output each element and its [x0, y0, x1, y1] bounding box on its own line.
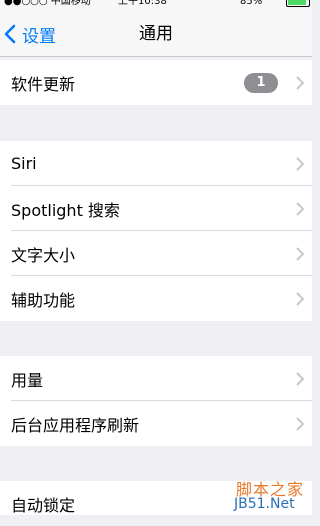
page-title: 通用 — [139, 24, 173, 44]
watermark-bottom-text: JB51.Net — [234, 496, 295, 512]
update-count-badge: 1 — [244, 72, 278, 93]
time-label: 上午10:38 — [118, 0, 167, 7]
chevron-right-icon — [296, 246, 304, 261]
row-text-size[interactable]: 文字大小 — [0, 231, 312, 276]
row-label: 用量 — [11, 370, 44, 390]
row-siri[interactable]: Siri — [0, 141, 312, 186]
row-software-update[interactable]: 软件更新 1 — [0, 60, 312, 105]
row-spotlight-search[interactable]: Spotlight 搜索 — [0, 186, 312, 231]
chevron-right-icon — [296, 156, 304, 171]
chevron-right-icon — [296, 371, 304, 386]
settings-group-system: Siri Spotlight 搜索 文字大小 辅助功能 — [0, 141, 312, 321]
row-usage[interactable]: 用量 — [0, 356, 312, 401]
row-label: 文字大小 — [11, 245, 76, 265]
row-label: 自动锁定 — [11, 495, 76, 515]
chevron-right-icon — [296, 75, 304, 90]
site-watermark: 脚本之家 JB51.Net — [234, 474, 312, 515]
row-label: 后台应用程序刷新 — [11, 415, 140, 435]
row-accessibility[interactable]: 辅助功能 — [0, 276, 312, 321]
row-label: 辅助功能 — [11, 290, 76, 310]
settings-group-update: 软件更新 1 — [0, 60, 312, 105]
chevron-right-icon — [296, 416, 304, 431]
row-label: 软件更新 — [11, 74, 76, 94]
chevron-right-icon — [296, 291, 304, 306]
carrier-label: ●●○○○ 中国移动 — [4, 0, 91, 7]
row-label: Siri — [11, 154, 37, 173]
row-background-app-refresh[interactable]: 后台应用程序刷新 — [0, 401, 312, 446]
row-label: Spotlight 搜索 — [11, 200, 120, 220]
navigation-bar: 设置 通用 — [0, 12, 312, 57]
chevron-right-icon — [296, 201, 304, 216]
battery-percentage: 85% — [240, 0, 263, 7]
settings-group-usage: 用量 后台应用程序刷新 — [0, 356, 312, 446]
battery-icon — [286, 0, 310, 7]
status-bar: ●●○○○ 中国移动 上午10:38 85% — [0, 0, 312, 12]
